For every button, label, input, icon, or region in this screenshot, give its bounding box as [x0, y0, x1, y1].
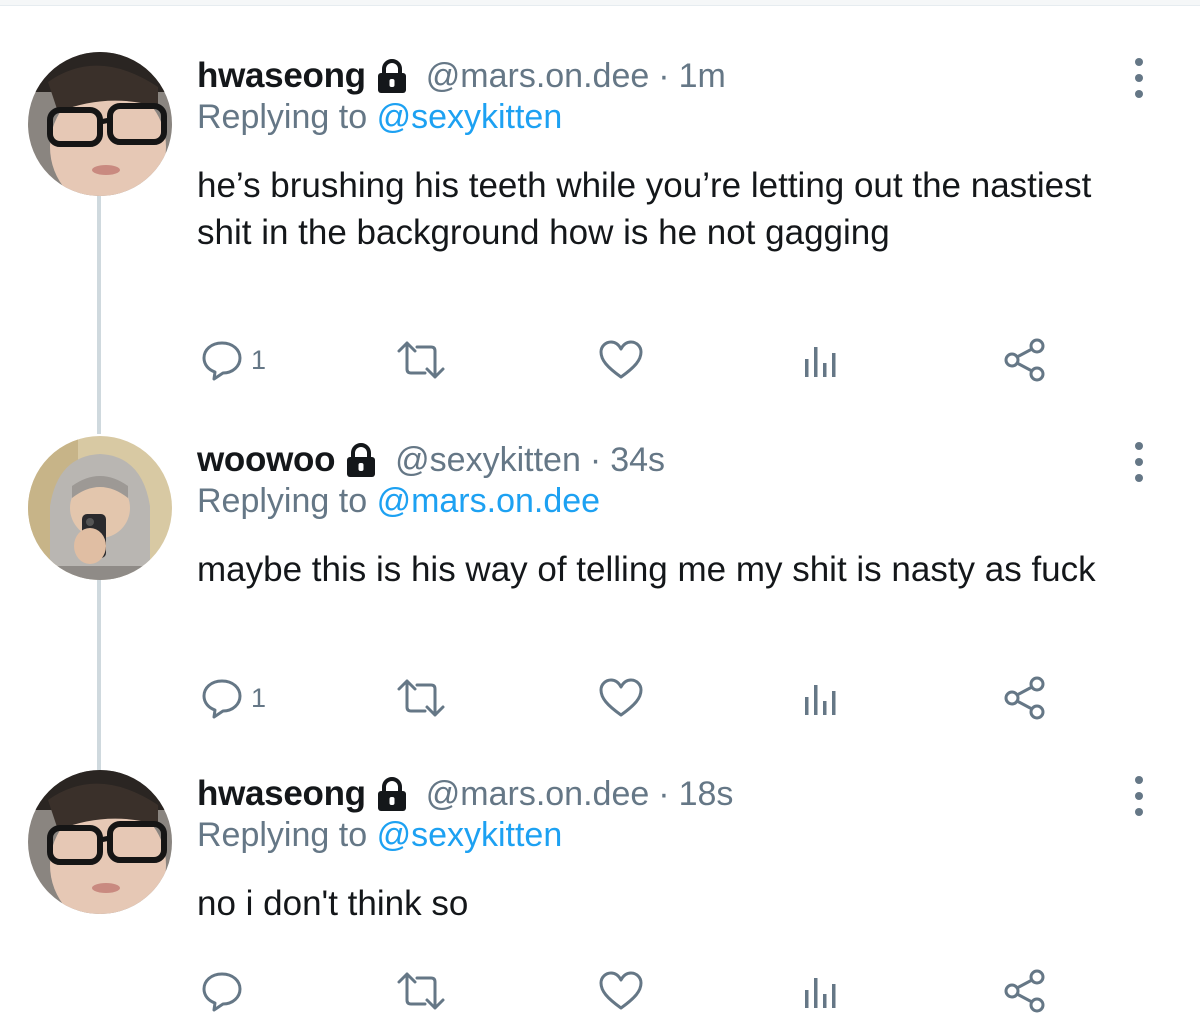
tweet[interactable]: hwaseong @mars.on.dee · 1m Replying to @… [0, 52, 1200, 392]
share-button[interactable] [1001, 673, 1049, 723]
replying-prefix: Replying to [197, 98, 368, 136]
replying-to: Replying to @sexykitten [197, 816, 562, 855]
lock-icon [372, 56, 412, 96]
more-vertical-icon[interactable] [1127, 58, 1151, 98]
share-button[interactable] [1001, 335, 1049, 385]
lock-icon [341, 440, 381, 480]
analytics-icon [805, 685, 836, 715]
retweet-button[interactable] [395, 673, 447, 723]
avatar[interactable] [28, 770, 172, 914]
replying-mention[interactable]: @sexykitten [377, 98, 563, 136]
tweet-header: hwaseong @mars.on.dee · 18s [197, 770, 733, 818]
more-vertical-icon[interactable] [1127, 776, 1151, 816]
share-icon [1004, 676, 1045, 720]
avatar[interactable] [28, 52, 172, 196]
retweet-button[interactable] [395, 966, 447, 1016]
replying-mention[interactable]: @mars.on.dee [377, 482, 601, 520]
tweet-header: hwaseong @mars.on.dee · 1m [197, 52, 726, 100]
handle[interactable]: @sexykitten [395, 441, 581, 480]
timestamp[interactable]: 18s [679, 775, 734, 814]
share-icon [1004, 338, 1045, 382]
tweet-text: he’s brushing his teeth while you’re let… [197, 166, 1092, 252]
timestamp[interactable]: 34s [610, 441, 665, 480]
display-name[interactable]: hwaseong [197, 774, 366, 814]
handle[interactable]: @mars.on.dee [426, 775, 650, 814]
separator: · [658, 56, 670, 95]
replying-prefix: Replying to [197, 482, 368, 520]
separator: · [658, 774, 670, 813]
handle[interactable]: @mars.on.dee [426, 57, 650, 96]
lock-icon [372, 774, 412, 814]
reply-count: 1 [251, 344, 267, 375]
replying-to: Replying to @sexykitten [197, 98, 562, 137]
share-button[interactable] [1001, 966, 1049, 1016]
reply-button[interactable]: 1 [199, 673, 266, 723]
top-divider [0, 0, 1200, 6]
replying-prefix: Replying to [197, 816, 368, 854]
action-bar: 1 [197, 673, 1057, 723]
retweet-icon [397, 972, 445, 1010]
action-bar [197, 966, 1057, 1016]
tweet-header: woowoo @sexykitten · 34s [197, 436, 665, 484]
like-button[interactable] [597, 673, 645, 723]
retweet-button[interactable] [395, 335, 447, 385]
analytics-button[interactable] [801, 335, 841, 385]
heart-icon [599, 340, 643, 379]
reply-button[interactable] [199, 966, 251, 1016]
reply-icon [202, 972, 242, 1012]
like-button[interactable] [597, 966, 645, 1016]
analytics-button[interactable] [801, 673, 841, 723]
share-icon [1004, 969, 1045, 1013]
like-button[interactable] [597, 335, 645, 385]
more-vertical-icon[interactable] [1127, 442, 1151, 482]
reply-button[interactable]: 1 [199, 335, 266, 385]
heart-icon [599, 971, 643, 1010]
timestamp[interactable]: 1m [679, 57, 726, 96]
action-bar: 1 [197, 335, 1057, 385]
retweet-icon [397, 679, 445, 717]
analytics-button[interactable] [801, 966, 841, 1016]
tweet-text: no i don't think so [197, 884, 469, 923]
reply-icon [202, 341, 242, 381]
display-name[interactable]: woowoo [197, 440, 335, 480]
separator: · [589, 440, 602, 479]
replying-to: Replying to @mars.on.dee [197, 482, 600, 521]
retweet-icon [397, 341, 445, 379]
display-name[interactable]: hwaseong [197, 56, 366, 96]
avatar[interactable] [28, 436, 172, 580]
analytics-icon [805, 978, 836, 1008]
reply-icon [202, 679, 242, 719]
tweet[interactable]: hwaseong @mars.on.dee · 18s Replying to … [0, 770, 1200, 1030]
replying-mention[interactable]: @sexykitten [377, 816, 563, 854]
analytics-icon [805, 347, 836, 377]
heart-icon [599, 678, 643, 717]
tweet[interactable]: woowoo @sexykitten · 34s Replying to @ma… [0, 436, 1200, 756]
tweet-text: maybe this is his way of telling me my s… [197, 550, 1096, 589]
reply-count: 1 [251, 682, 267, 713]
